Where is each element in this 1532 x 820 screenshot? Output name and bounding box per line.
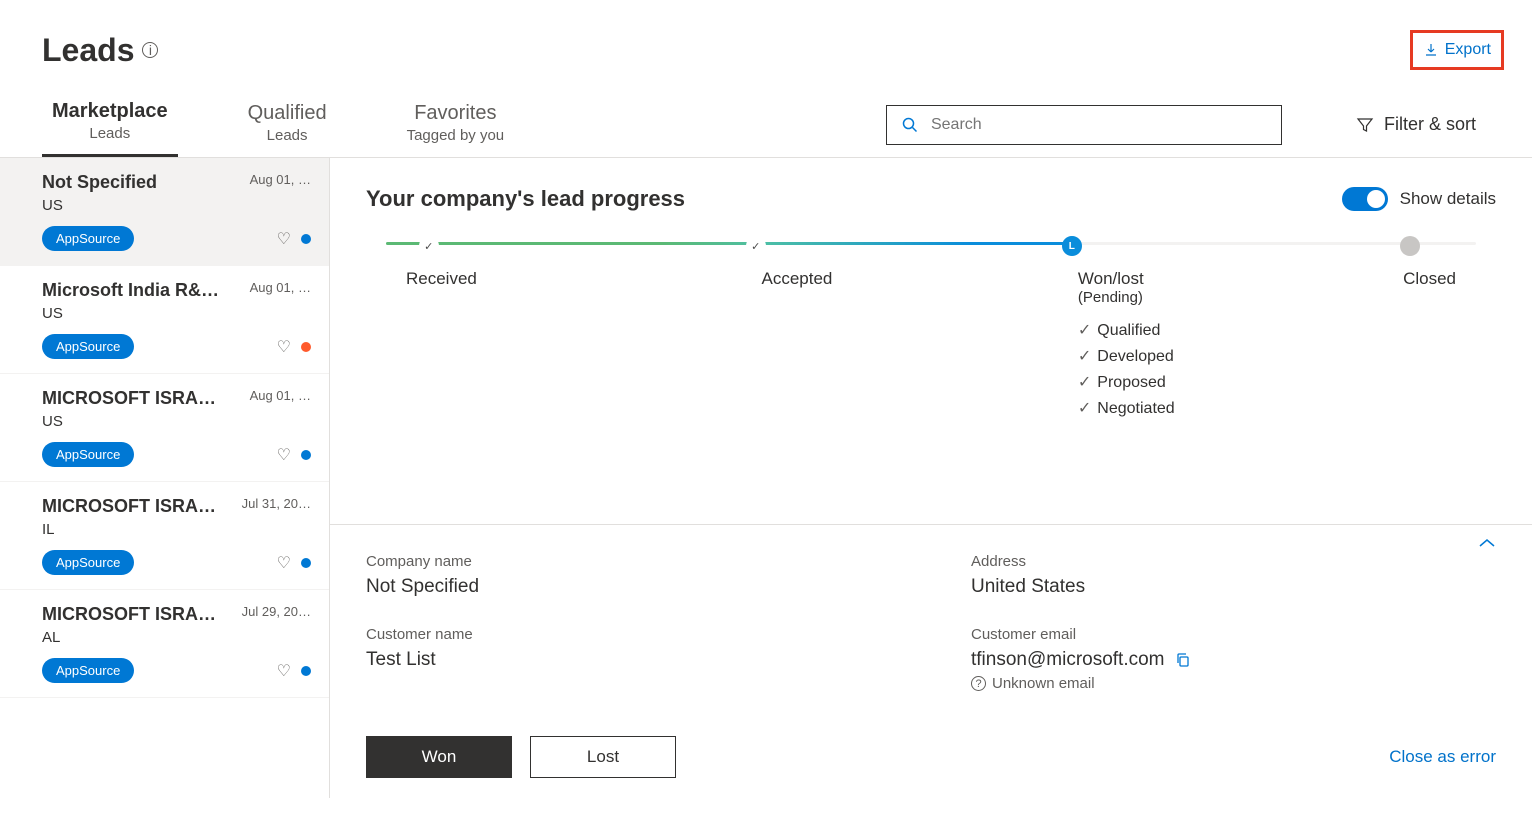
lead-location: IL xyxy=(42,521,311,538)
lead-name: MICROSOFT ISRAE… xyxy=(42,604,222,625)
export-button[interactable]: Export xyxy=(1410,30,1504,70)
progress-bar: ✓ ✓ L xyxy=(386,242,1476,245)
address-value: United States xyxy=(971,576,1496,598)
chevron-up-icon[interactable] xyxy=(1478,537,1496,549)
search-input-wrap[interactable] xyxy=(886,105,1282,145)
lead-location: US xyxy=(42,413,311,430)
address-label: Address xyxy=(971,553,1496,570)
email-value: tfinson@microsoft.com xyxy=(971,649,1165,671)
source-badge: AppSource xyxy=(42,658,134,683)
tab-marketplace[interactable]: Marketplace Leads xyxy=(42,92,178,157)
lead-date: Jul 29, 20… xyxy=(242,604,311,619)
stage-marker-accepted: ✓ xyxy=(746,236,766,256)
progress-title: Your company's lead progress xyxy=(366,186,685,212)
lead-date: Aug 01, … xyxy=(250,388,311,403)
list-item[interactable]: Not Specified Aug 01, … US AppSource ♡ xyxy=(0,158,329,266)
status-dot xyxy=(301,450,311,460)
list-item[interactable]: MICROSOFT ISRAE… Jul 31, 20… IL AppSourc… xyxy=(0,482,329,590)
lead-location: US xyxy=(42,197,311,214)
lead-date: Aug 01, … xyxy=(250,172,311,187)
leads-list[interactable]: Not Specified Aug 01, … US AppSource ♡ M… xyxy=(0,158,330,798)
lead-date: Jul 31, 20… xyxy=(242,496,311,511)
source-badge: AppSource xyxy=(42,442,134,467)
info-icon[interactable]: i xyxy=(142,42,158,58)
lead-location: US xyxy=(42,305,311,322)
sub-stage-item: ✓Qualified xyxy=(1078,320,1175,340)
stage-marker-closed xyxy=(1400,236,1420,256)
stage-marker-received: ✓ xyxy=(419,236,439,256)
show-details-label: Show details xyxy=(1400,189,1496,209)
tab-qualified[interactable]: Qualified Leads xyxy=(238,94,337,156)
lead-name: Not Specified xyxy=(42,172,157,193)
company-label: Company name xyxy=(366,553,891,570)
heart-icon[interactable]: ♡ xyxy=(277,661,291,681)
search-input[interactable] xyxy=(931,116,1267,134)
status-dot xyxy=(301,558,311,568)
tab-favorites[interactable]: Favorites Tagged by you xyxy=(397,94,515,156)
show-details-toggle[interactable] xyxy=(1342,187,1388,211)
page-title-wrap: Leads i xyxy=(42,32,158,69)
filter-icon xyxy=(1356,116,1374,134)
company-value: Not Specified xyxy=(366,576,891,598)
status-dot xyxy=(301,666,311,676)
list-item[interactable]: MICROSOFT ISRAE… Aug 01, … US AppSource … xyxy=(0,374,329,482)
source-badge: AppSource xyxy=(42,334,134,359)
show-details-wrap: Show details xyxy=(1342,187,1496,211)
lost-button[interactable]: Lost xyxy=(530,736,676,778)
stage-marker-wonlost: L xyxy=(1062,236,1082,256)
customer-label: Customer name xyxy=(366,626,891,643)
filter-sort-button[interactable]: Filter & sort xyxy=(1342,114,1490,135)
lead-date: Aug 01, … xyxy=(250,280,311,295)
customer-value: Test List xyxy=(366,649,891,671)
download-icon xyxy=(1423,42,1439,58)
source-badge: AppSource xyxy=(42,550,134,575)
heart-icon[interactable]: ♡ xyxy=(277,553,291,573)
lead-location: AL xyxy=(42,629,311,646)
copy-icon[interactable] xyxy=(1175,652,1191,668)
status-dot xyxy=(301,234,311,244)
sub-stage-item: ✓Proposed xyxy=(1078,372,1175,392)
sub-stage-item: ✓Negotiated xyxy=(1078,398,1175,418)
sub-stage-item: ✓Developed xyxy=(1078,346,1175,366)
tabs-row: Marketplace Leads Qualified Leads Favori… xyxy=(0,92,1532,158)
heart-icon[interactable]: ♡ xyxy=(277,229,291,249)
detail-panel: Your company's lead progress Show detail… xyxy=(330,158,1532,798)
heart-icon[interactable]: ♡ xyxy=(277,337,291,357)
export-label: Export xyxy=(1445,41,1491,59)
won-button[interactable]: Won xyxy=(366,736,512,778)
close-as-error-link[interactable]: Close as error xyxy=(1389,747,1496,767)
lead-name: MICROSOFT ISRAE… xyxy=(42,388,222,409)
progress-fill xyxy=(386,242,1073,245)
heart-icon[interactable]: ♡ xyxy=(277,445,291,465)
email-label: Customer email xyxy=(971,626,1496,643)
list-item[interactable]: MICROSOFT ISRAE… Jul 29, 20… AL AppSourc… xyxy=(0,590,329,698)
status-dot xyxy=(301,342,311,352)
lead-name: Microsoft India R&… xyxy=(42,280,219,301)
lead-name: MICROSOFT ISRAE… xyxy=(42,496,222,517)
list-item[interactable]: Microsoft India R&… Aug 01, … US AppSour… xyxy=(0,266,329,374)
search-icon xyxy=(901,116,919,134)
source-badge: AppSource xyxy=(42,226,134,251)
page-title: Leads xyxy=(42,32,134,69)
question-icon: ? xyxy=(971,676,986,691)
